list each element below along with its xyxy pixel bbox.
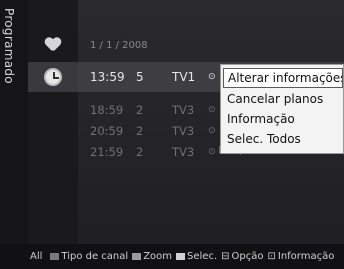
channel-type-label: Tipo de canal bbox=[61, 251, 129, 262]
record-icon: ⊙ bbox=[208, 147, 216, 157]
side-title: Programado bbox=[2, 8, 16, 84]
screen: Programado 1 / 1 / 2008 13:59 5 TV1 ⊙ 18… bbox=[0, 0, 344, 269]
category-icon-column bbox=[28, 0, 78, 244]
row-channel: 5 bbox=[136, 70, 144, 84]
row-channel: 2 bbox=[136, 124, 144, 138]
info-hint[interactable]: ⊡ Informação bbox=[267, 251, 334, 262]
favorites-tab[interactable] bbox=[28, 30, 78, 60]
option-icon: ⊟ bbox=[221, 251, 230, 262]
menu-item-select-all[interactable]: Selec. Todos bbox=[223, 130, 343, 150]
options-popup-menu: Alterar informações Cancelar planos Info… bbox=[220, 64, 344, 154]
option-hint[interactable]: ⊟ Opção bbox=[221, 251, 263, 262]
menu-item-information[interactable]: Informação bbox=[223, 110, 343, 130]
row-channel-name: TV1 bbox=[172, 70, 196, 84]
info-label: Informação bbox=[277, 251, 335, 262]
heart-icon bbox=[45, 38, 61, 52]
side-title-strip: Programado bbox=[0, 0, 28, 244]
row-time: 18:59 bbox=[90, 103, 124, 117]
zoom-hint[interactable]: Zoom bbox=[132, 251, 172, 262]
schedule-date: 1 / 1 / 2008 bbox=[90, 40, 148, 51]
channel-type-hint[interactable]: Tipo de canal bbox=[50, 251, 128, 262]
select-hint[interactable]: Selec. bbox=[176, 251, 217, 262]
record-icon: ⊙ bbox=[208, 105, 216, 115]
bottom-help-bar: All Tipo de canal Zoom Selec. ⊟ Opção ⊡ … bbox=[0, 244, 344, 269]
row-time: 21:59 bbox=[90, 145, 124, 159]
scheduled-tab[interactable] bbox=[28, 62, 78, 92]
row-time: 13:59 bbox=[90, 70, 125, 84]
row-channel-name: TV3 bbox=[172, 124, 195, 138]
row-channel: 2 bbox=[136, 145, 144, 159]
menu-item-cancel-schedule[interactable]: Cancelar planos bbox=[223, 90, 343, 110]
row-channel: 2 bbox=[136, 103, 144, 117]
select-key-icon bbox=[176, 253, 186, 260]
row-channel-name: TV3 bbox=[172, 103, 195, 117]
gray-key-icon bbox=[50, 253, 60, 260]
row-channel-name: TV3 bbox=[172, 145, 195, 159]
record-icon: ⊙ bbox=[208, 126, 216, 136]
clock-icon bbox=[44, 68, 62, 86]
info-icon: ⊡ bbox=[267, 251, 276, 262]
row-time: 20:59 bbox=[90, 124, 124, 138]
all-label: All bbox=[30, 251, 43, 262]
option-label: Opção bbox=[231, 251, 264, 262]
zoom-key-icon bbox=[132, 253, 142, 260]
select-label: Selec. bbox=[187, 251, 218, 262]
record-icon: ⊙ bbox=[208, 72, 216, 82]
menu-item-edit-info[interactable]: Alterar informações bbox=[223, 68, 343, 88]
zoom-label: Zoom bbox=[143, 251, 173, 262]
